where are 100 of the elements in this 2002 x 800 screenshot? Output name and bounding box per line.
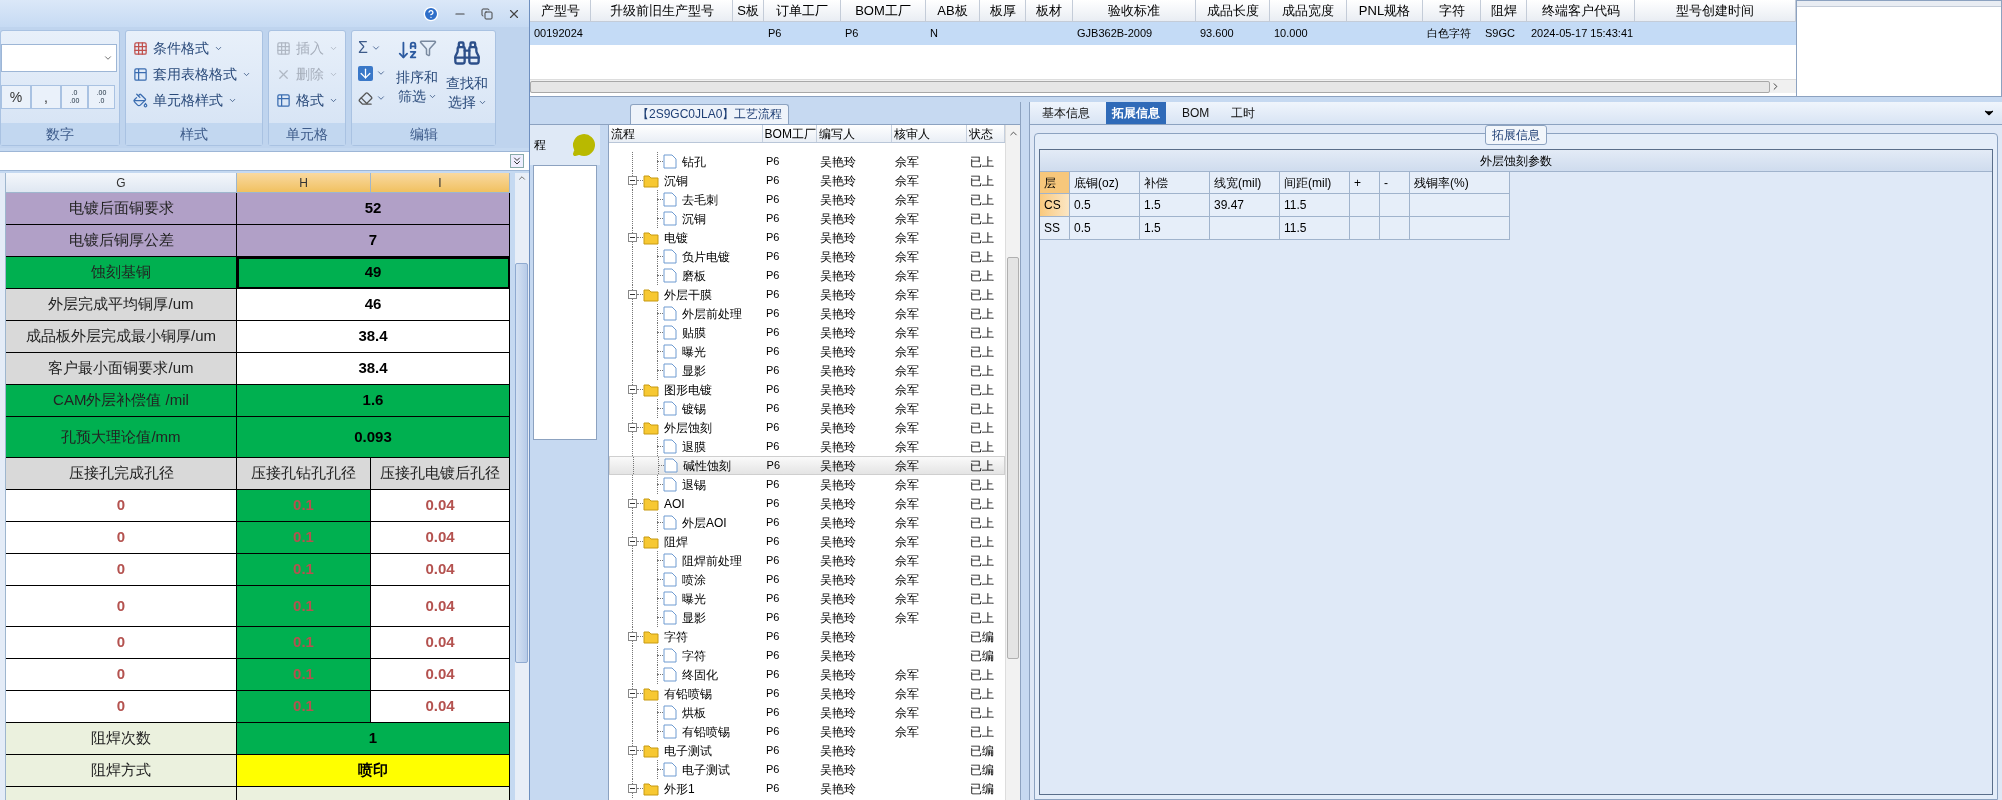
tree-column-header[interactable]: BOM工厂 [762, 125, 818, 142]
table-column-header[interactable]: 板材 [1026, 0, 1073, 21]
sheet-cell[interactable]: 电镀后铜厚公差 [6, 225, 237, 257]
style-menu-button[interactable]: 单元格样式 [133, 89, 262, 111]
table-row[interactable]: 00192024 P6 P6 N GJB362B-2009 93.600 10.000 白色字符 S9GC 2024-05-17 15:43:41 [530, 22, 1796, 45]
sheet-cell[interactable]: 38.4 [237, 353, 510, 385]
sheet-cell[interactable]: 喷印 [237, 755, 510, 787]
help-icon[interactable] [423, 5, 439, 22]
tree-row[interactable]: 镀锡 P6 吴艳玲 佘军 已上 [609, 399, 1006, 418]
sheet-cell[interactable]: 压接孔完成孔径 [6, 458, 237, 490]
table-column-header[interactable]: 验收标准 [1073, 0, 1196, 21]
table-column-header[interactable]: 底铜(oz) [1070, 172, 1140, 194]
table-column-header[interactable]: 成品长度 [1196, 0, 1270, 21]
sheet-cell[interactable]: 0 [6, 586, 237, 627]
number-button[interactable]: % [1, 85, 31, 109]
table-column-header[interactable]: 补偿 [1140, 172, 1210, 194]
table-column-header[interactable]: S板 [733, 0, 764, 21]
collapse-icon[interactable] [628, 632, 637, 641]
select-all-corner[interactable] [0, 173, 6, 193]
tab[interactable]: 工时 [1225, 102, 1262, 124]
sheet-cell[interactable]: 外层完成平均铜厚/um [6, 289, 237, 321]
tab[interactable]: 基本信息 [1036, 102, 1096, 124]
sheet-cell[interactable]: 电镀后面铜要求 [6, 193, 237, 225]
process-tree[interactable] [608, 125, 1020, 800]
sum-button[interactable]: Σ [358, 37, 392, 59]
tree-row[interactable]: 钻孔 P6 吴艳玲 佘军 已上 [609, 152, 1006, 171]
sheet-cell[interactable]: 38.4 [237, 321, 510, 353]
collapse-icon[interactable] [628, 385, 637, 394]
sheet-cell[interactable]: 7 [237, 225, 510, 257]
sheet-cell[interactable]: 0.04 [371, 554, 510, 586]
sheet-cell[interactable]: 成品板外层完成最小铜厚/um [6, 321, 237, 353]
sheet-cell[interactable] [237, 787, 510, 800]
sheet-cell[interactable]: 49 [237, 257, 510, 289]
tab[interactable]: 拓展信息 [1106, 102, 1166, 124]
row-header[interactable]: CS [1040, 194, 1070, 217]
restore-icon[interactable] [481, 7, 493, 20]
table-column-header[interactable]: 线宽(mil) [1210, 172, 1280, 194]
sheet-cell[interactable]: 0.093 [237, 417, 510, 458]
sheet-cell[interactable]: 孔预大理论值/mm [6, 417, 237, 458]
table-column-header[interactable]: 阻焊 [1481, 0, 1527, 21]
tree-column-header[interactable]: 流程 [609, 125, 763, 142]
style-menu-button[interactable]: 条件格式 [133, 37, 262, 59]
table-column-header[interactable]: BOM工厂 [841, 0, 926, 21]
sheet-cell[interactable]: 0.04 [371, 522, 510, 554]
table-column-header[interactable]: + [1350, 172, 1380, 194]
column-header[interactable]: I [371, 173, 510, 193]
sort-filter-button[interactable]: 排序和 筛选 [392, 35, 442, 111]
sheet-cell[interactable]: 阻焊方式 [6, 755, 237, 787]
tree-row[interactable]: 终固化 P6 吴艳玲 佘军 已上 [609, 665, 1006, 684]
sheet-cell[interactable] [6, 787, 237, 800]
row-header[interactable] [0, 787, 6, 800]
collapse-icon[interactable] [628, 784, 637, 793]
scroll-up-icon[interactable] [516, 173, 527, 183]
style-menu-button[interactable]: 套用表格格式 [133, 63, 262, 85]
table-column-header[interactable]: 产型号 [530, 0, 591, 21]
tree-row[interactable]: 显影 P6 吴艳玲 佘军 已上 [609, 608, 1006, 627]
tree-row[interactable]: 电子测试 P6 吴艳玲 已编 [609, 760, 1006, 779]
sheet-cell[interactable]: CAM外层补偿值 /mil [6, 385, 237, 417]
tree-column-header[interactable]: 编写人 [817, 125, 893, 142]
scroll-thumb[interactable] [1007, 257, 1019, 659]
sheet-cell[interactable]: 0 [6, 522, 237, 554]
tree-row[interactable]: 外层干膜 P6 吴艳玲 佘军 已上 [609, 285, 1006, 304]
table-column-header[interactable]: 升级前旧生产型号 [591, 0, 733, 21]
sheet-cell[interactable]: 0.04 [371, 490, 510, 522]
table-column-header[interactable]: 字符 [1423, 0, 1481, 21]
collapse-icon[interactable] [628, 233, 637, 242]
sheet-cell[interactable]: 1.6 [237, 385, 510, 417]
number-format-field[interactable] [1, 44, 117, 72]
tree-row[interactable]: 电镀 P6 吴艳玲 佘军 已上 [609, 228, 1006, 247]
tree-row[interactable]: 沉铜 P6 吴艳玲 佘军 已上 [609, 209, 1006, 228]
sheet-cell[interactable]: 0 [6, 691, 237, 723]
tree-row[interactable]: 沉铜 P6 吴艳玲 佘军 已上 [609, 171, 1006, 190]
table-column-header[interactable]: 间距(mil) [1280, 172, 1350, 194]
column-header[interactable]: H [237, 173, 371, 193]
collapse-icon[interactable] [628, 689, 637, 698]
tree-row[interactable]: 磨板 P6 吴艳玲 佘军 已上 [609, 266, 1006, 285]
sheet-cell[interactable]: 0.04 [371, 659, 510, 691]
column-header[interactable]: G [6, 173, 237, 193]
tree-row[interactable]: 去毛刺 P6 吴艳玲 佘军 已上 [609, 190, 1006, 209]
sheet-cell[interactable]: 客户最小面铜要求/um [6, 353, 237, 385]
tree-row[interactable]: 阻焊前处理 P6 吴艳玲 佘军 已上 [609, 551, 1006, 570]
table-column-header[interactable]: 终端客户代码 [1527, 0, 1635, 21]
tree-row[interactable]: 外层蚀刻 P6 吴艳玲 佘军 已上 [609, 418, 1006, 437]
tree-row[interactable]: 曝光 P6 吴艳玲 佘军 已上 [609, 342, 1006, 361]
sheet-cell[interactable]: 0 [6, 554, 237, 586]
sheet-cell[interactable]: 阻焊次数 [6, 723, 237, 755]
tree-row[interactable]: 阻焊 P6 吴艳玲 佘军 已上 [609, 532, 1006, 551]
collapse-icon[interactable] [628, 499, 637, 508]
tree-row[interactable]: 退锡 P6 吴艳玲 佘军 已上 [609, 475, 1006, 494]
sheet-cell[interactable]: 0 [6, 627, 237, 659]
table-column-header[interactable]: 成品宽度 [1270, 0, 1347, 21]
sheet-cell[interactable]: 52 [237, 193, 510, 225]
tree-row[interactable]: 电子测试 P6 吴艳玲 已编 [609, 741, 1006, 760]
table-column-header[interactable]: 板厚 [980, 0, 1026, 21]
sheet-cell[interactable]: 0 [6, 490, 237, 522]
tree-row[interactable]: 外形1 P6 吴艳玲 已编 [609, 779, 1006, 798]
tab[interactable]: BOM [1176, 102, 1216, 124]
sheet-cell[interactable]: 压接孔电镀后孔径 [371, 458, 510, 490]
cells-menu-button[interactable]: 格式 [276, 89, 345, 111]
table-column-header[interactable]: AB板 [926, 0, 980, 21]
